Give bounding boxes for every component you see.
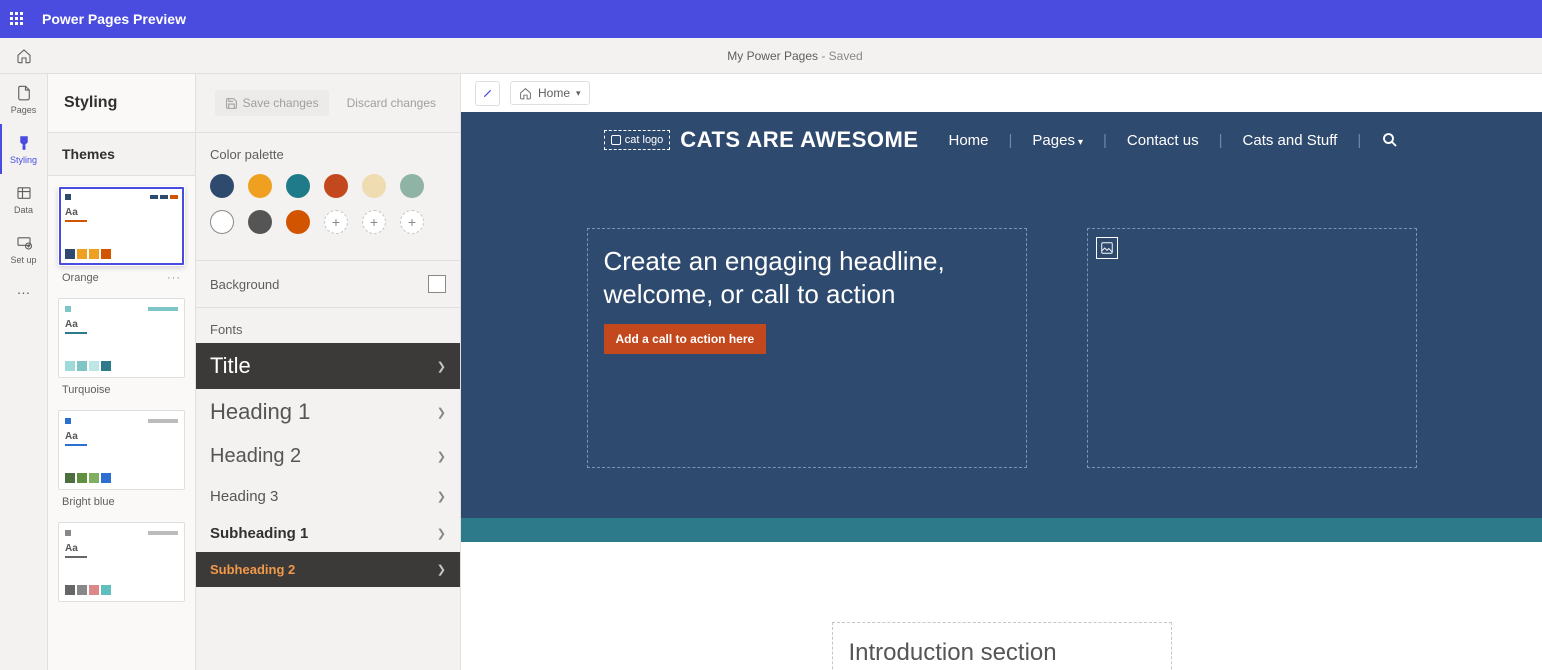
workspace-rail: Pages Styling Data Set up … <box>0 74 48 670</box>
chevron-right-icon: ❯ <box>437 527 446 540</box>
hero-section: cat logo CATS ARE AWESOME Home | Pages |… <box>461 112 1542 518</box>
nav-link-pages[interactable]: Pages <box>1032 132 1083 149</box>
preview-scroll[interactable]: cat logo CATS ARE AWESOME Home | Pages |… <box>461 112 1542 670</box>
palette-swatch[interactable] <box>210 210 234 234</box>
palette-swatch[interactable] <box>248 210 272 234</box>
hero-image-block[interactable] <box>1087 228 1417 468</box>
site-name: My Power Pages <box>727 49 818 63</box>
theme-name: Bright blue <box>62 496 115 508</box>
rail-styling[interactable]: Styling <box>0 124 47 174</box>
chevron-right-icon: ❯ <box>437 563 446 576</box>
add-swatch-button[interactable]: + <box>324 210 348 234</box>
chevron-down-icon: ▾ <box>576 88 581 99</box>
rail-data[interactable]: Data <box>0 174 47 224</box>
color-palette-label: Color palette <box>210 147 446 162</box>
nav-link-cats[interactable]: Cats and Stuff <box>1243 132 1338 149</box>
secondary-toolbar: My Power Pages - Saved <box>0 38 1542 74</box>
save-changes-button[interactable]: Save changes <box>215 90 329 116</box>
palette-swatch[interactable] <box>324 174 348 198</box>
document-status: My Power Pages - Saved <box>48 49 1542 63</box>
theme-card-orange[interactable]: Aa <box>58 186 185 266</box>
fonts-label: Fonts <box>210 322 446 337</box>
canvas-area: Home ▾ cat logo CATS ARE AWESOME Home | … <box>461 74 1542 670</box>
palette-swatch[interactable] <box>400 174 424 198</box>
font-item-subheading1[interactable]: Subheading 1❯ <box>196 515 460 552</box>
rail-setup[interactable]: Set up <box>0 224 47 274</box>
site-brand: CATS ARE AWESOME <box>680 127 918 153</box>
fonts-section-header: Fonts <box>196 307 460 343</box>
color-palette-section: Color palette + + + <box>196 132 460 260</box>
theme-card-turquoise[interactable]: Aa <box>58 298 185 378</box>
top-app-bar: Power Pages Preview <box>0 0 1542 38</box>
palette-swatch[interactable] <box>362 174 386 198</box>
canvas-toolbar: Home ▾ <box>461 74 1542 112</box>
font-item-heading3[interactable]: Heading 3❯ <box>196 478 460 515</box>
font-item-heading2[interactable]: Heading 2❯ <box>196 435 460 478</box>
search-icon[interactable] <box>1381 131 1399 149</box>
settings-column: Save changes Discard changes Color palet… <box>196 74 461 670</box>
palette-swatch[interactable] <box>210 174 234 198</box>
font-list: Title❯ Heading 1❯ Heading 2❯ Heading 3❯ … <box>196 343 460 587</box>
font-item-heading1[interactable]: Heading 1❯ <box>196 389 460 435</box>
theme-card-bright-blue[interactable]: Aa <box>58 410 185 490</box>
nav-link-home[interactable]: Home <box>949 132 989 149</box>
expand-pill[interactable] <box>475 81 500 106</box>
font-item-subheading2[interactable]: Subheading 2❯ <box>196 552 460 587</box>
discard-changes-button[interactable]: Discard changes <box>337 90 446 116</box>
saved-status: - Saved <box>818 49 863 63</box>
palette-swatch[interactable] <box>248 174 272 198</box>
rail-pages[interactable]: Pages <box>0 74 47 124</box>
theme-card-extra[interactable]: Aa <box>58 522 185 602</box>
background-label: Background <box>210 277 279 292</box>
rail-more[interactable]: … <box>0 274 47 304</box>
home-breadcrumb-pill[interactable]: Home ▾ <box>510 81 590 105</box>
styling-header: Styling <box>48 74 195 132</box>
hero-text-block[interactable]: Create an engaging headline, welcome, or… <box>587 228 1027 468</box>
chevron-right-icon: ❯ <box>437 360 446 373</box>
hero-cta-button[interactable]: Add a call to action here <box>604 324 767 354</box>
divider-strip <box>461 518 1542 542</box>
chevron-right-icon: ❯ <box>437 406 446 419</box>
intro-section: Introduction section <box>461 542 1542 670</box>
app-launcher-icon[interactable] <box>10 12 24 26</box>
theme-name: Orange <box>62 272 99 284</box>
chevron-right-icon: ❯ <box>437 490 446 503</box>
font-item-title[interactable]: Title❯ <box>196 343 460 389</box>
intro-text-block[interactable]: Introduction section <box>832 622 1172 670</box>
app-title: Power Pages Preview <box>42 11 186 27</box>
palette-swatch[interactable] <box>286 210 310 234</box>
themes-section-header: Themes <box>48 132 195 176</box>
add-swatch-button[interactable]: + <box>362 210 386 234</box>
chevron-right-icon: ❯ <box>437 450 446 463</box>
add-swatch-button[interactable]: + <box>400 210 424 234</box>
palette-swatch[interactable] <box>286 174 310 198</box>
theme-more-icon[interactable]: ··· <box>167 272 181 284</box>
intro-title: Introduction section <box>849 639 1155 667</box>
theme-list: Aa Orange ··· Aa Turquoise Aa <box>48 176 195 670</box>
nav-link-contact[interactable]: Contact us <box>1127 132 1199 149</box>
image-placeholder-icon <box>1096 237 1118 259</box>
background-section: Background <box>196 260 460 307</box>
themes-column: Styling Themes Aa Orange ··· Aa <box>48 74 196 670</box>
home-shortcut[interactable] <box>0 48 48 64</box>
background-checkbox[interactable] <box>428 275 446 293</box>
theme-name: Turquoise <box>62 384 111 396</box>
hero-headline: Create an engaging headline, welcome, or… <box>604 245 1010 310</box>
site-logo-placeholder[interactable]: cat logo <box>604 130 671 150</box>
site-nav: cat logo CATS ARE AWESOME Home | Pages |… <box>461 112 1542 168</box>
